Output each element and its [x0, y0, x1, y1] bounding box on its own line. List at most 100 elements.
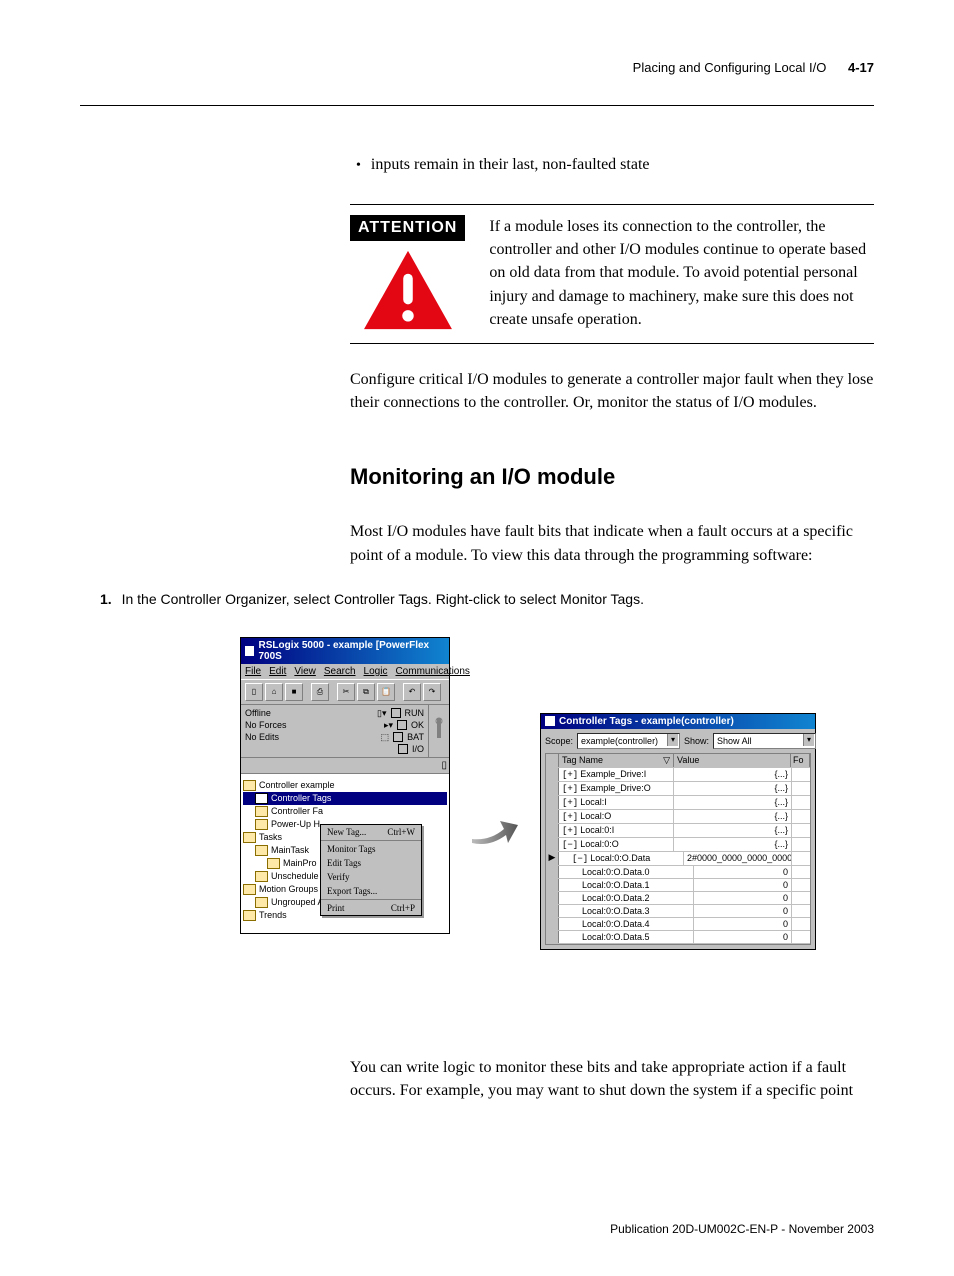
tree-item-label: MainPro [283, 857, 317, 870]
row-selector[interactable] [546, 905, 559, 917]
menu-logic[interactable]: Logic [364, 666, 388, 677]
grid-row[interactable]: ▶[−]Local:0:O.Data2#0000_0000_0000_0000 [546, 852, 810, 866]
app-icon [545, 716, 555, 726]
cell-fo [792, 796, 810, 809]
cell-fo [792, 782, 810, 795]
context-menu-item[interactable]: New Tag...Ctrl+W [321, 825, 421, 839]
grid-row[interactable]: [+]Example_Drive:O{...} [546, 782, 810, 796]
key-icon [428, 705, 449, 757]
tree-item-label: Controller Fa [271, 805, 323, 818]
tree-item[interactable]: Controller example [243, 779, 447, 792]
step-text: In the Controller Organizer, select Cont… [122, 591, 644, 607]
cell-value: 0 [694, 892, 792, 904]
grid-row[interactable]: [+]Example_Drive:I{...} [546, 768, 810, 782]
cell-value: {...} [674, 838, 792, 851]
grid-row[interactable]: [+]Local:I{...} [546, 796, 810, 810]
cell-tagname: [+]Local:O [559, 810, 674, 823]
cell-tagname: [−]Local:0:O [559, 838, 674, 851]
col-fo[interactable]: Fo [791, 754, 810, 767]
row-selector[interactable] [546, 824, 559, 837]
window-title: RSLogix 5000 - example [PowerFlex 700S [258, 640, 445, 662]
titlebar[interactable]: Controller Tags - example(controller) [541, 714, 815, 729]
expand-icon[interactable]: [+] [562, 812, 578, 822]
col-tagname[interactable]: Tag Name ▽ [559, 754, 674, 767]
folder-icon [243, 884, 256, 895]
row-selector[interactable] [546, 838, 559, 851]
grid-row[interactable]: Local:0:O.Data.50 [546, 931, 810, 944]
folder-icon [255, 871, 268, 882]
context-menu-item[interactable]: Edit Tags [321, 856, 421, 870]
running-header: Placing and Configuring Local I/O 4-17 [80, 60, 874, 75]
grid-row[interactable]: Local:0:O.Data.40 [546, 918, 810, 931]
cut-icon[interactable]: ✂ [337, 683, 355, 701]
menu-search[interactable]: Search [324, 666, 356, 677]
cell-value: {...} [674, 810, 792, 823]
attention-text: If a module loses its connection to the … [489, 215, 874, 333]
grid-row[interactable]: Local:0:O.Data.20 [546, 892, 810, 905]
show-combo[interactable]: Show All [713, 733, 816, 749]
menu-view[interactable]: View [294, 666, 316, 677]
save-icon[interactable]: ■ [285, 683, 303, 701]
grid-row[interactable]: [−]Local:0:O{...} [546, 838, 810, 852]
menu-file[interactable]: File [245, 666, 261, 677]
tree-item-label: Controller Tags [271, 792, 331, 805]
row-selector[interactable] [546, 892, 559, 904]
expand-icon[interactable]: [−] [562, 840, 578, 850]
expand-icon[interactable]: [+] [562, 784, 578, 794]
tree-item-label: Tasks [259, 831, 282, 844]
cell-value: 0 [694, 866, 792, 878]
scope-combo[interactable]: example(controller) [577, 733, 680, 749]
expand-icon[interactable]: [−] [572, 854, 588, 864]
undo-icon[interactable]: ↶ [403, 683, 421, 701]
context-menu-item[interactable]: Verify [321, 870, 421, 884]
step-1: 1. In the Controller Organizer, select C… [100, 591, 874, 607]
grid-row[interactable]: Local:0:O.Data.30 [546, 905, 810, 918]
new-icon[interactable]: ▯ [245, 683, 263, 701]
row-selector[interactable] [546, 796, 559, 809]
paragraph: Most I/O modules have fault bits that in… [350, 520, 874, 566]
titlebar[interactable]: RSLogix 5000 - example [PowerFlex 700S [241, 638, 449, 664]
row-selector[interactable] [546, 918, 559, 930]
tree-item[interactable]: Controller Fa [243, 805, 447, 818]
grid-row[interactable]: Local:0:O.Data.10 [546, 879, 810, 892]
redo-icon[interactable]: ↷ [423, 683, 441, 701]
expand-icon[interactable]: [+] [562, 826, 578, 836]
cell-tagname: [+]Local:I [559, 796, 674, 809]
row-selector[interactable] [546, 782, 559, 795]
grid-row[interactable]: Local:0:O.Data.00 [546, 866, 810, 879]
print-icon[interactable]: ⎙ [311, 683, 329, 701]
cell-value: 0 [694, 905, 792, 917]
menubar[interactable]: File Edit View Search Logic Communicatio… [241, 664, 449, 679]
menu-edit[interactable]: Edit [269, 666, 286, 677]
grid-row[interactable]: [+]Local:O{...} [546, 810, 810, 824]
tree-item[interactable]: Controller Tags [243, 792, 447, 805]
expand-icon[interactable]: [+] [562, 770, 578, 780]
grid-row[interactable]: [+]Local:0:I{...} [546, 824, 810, 838]
row-selector[interactable] [546, 810, 559, 823]
cell-tagname: [+]Example_Drive:O [559, 782, 674, 795]
cell-value: 0 [694, 931, 792, 943]
row-selector[interactable] [546, 768, 559, 781]
cell-tagname: [+]Local:0:I [559, 824, 674, 837]
open-icon[interactable]: ⌂ [265, 683, 283, 701]
grid-header: Tag Name ▽ Value Fo [546, 754, 810, 768]
tags-grid[interactable]: Tag Name ▽ Value Fo [+]Example_Drive:I{.… [545, 753, 811, 945]
row-selector[interactable] [546, 866, 559, 878]
copy-icon[interactable]: ⧉ [357, 683, 375, 701]
context-menu-item[interactable]: Monitor Tags [321, 842, 421, 856]
status-pane: Offline▯▾RUN No Forces▸▾OK No Edits⬚BAT … [241, 705, 449, 758]
context-menu-item[interactable]: Export Tags... [321, 884, 421, 898]
row-selector[interactable] [546, 879, 559, 891]
cell-fo [792, 852, 810, 865]
context-menu[interactable]: New Tag...Ctrl+W Monitor TagsEdit TagsVer… [320, 824, 422, 916]
context-menu-item[interactable]: PrintCtrl+P [321, 901, 421, 915]
menu-separator [321, 899, 421, 900]
expand-icon[interactable]: [+] [562, 798, 578, 808]
menu-communications[interactable]: Communications [395, 666, 469, 677]
paragraph: Configure critical I/O modules to genera… [350, 368, 874, 414]
row-selector[interactable]: ▶ [546, 852, 559, 865]
col-value[interactable]: Value [674, 754, 791, 767]
row-selector[interactable] [546, 931, 559, 943]
paste-icon[interactable]: 📋 [377, 683, 395, 701]
arrow-icon [470, 811, 520, 851]
